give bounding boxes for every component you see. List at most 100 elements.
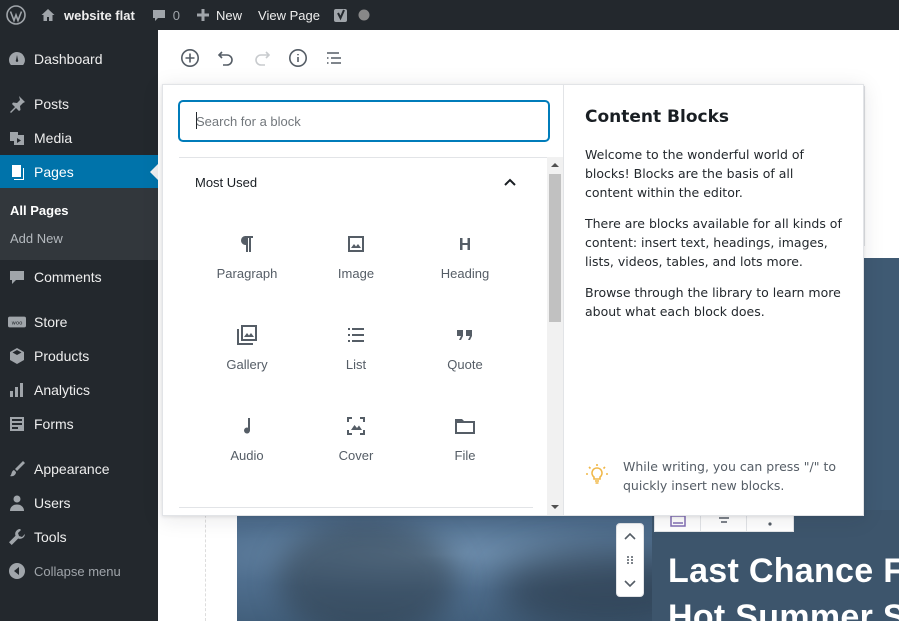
list-view-icon [324,48,344,68]
yoast-icon[interactable] [328,0,354,30]
inserter-menu: Most Used Paragraph Image Heading Galler… [163,85,564,515]
submenu-add-new[interactable]: Add New [10,231,63,246]
block-item-label: Heading [440,266,490,281]
block-item-label: Image [337,266,375,281]
brush-icon [8,460,26,478]
sidebar-item-users[interactable]: Users [0,486,158,520]
scrollbar-thumb[interactable] [549,174,561,322]
hero-subtitle[interactable]: Hot Summer S [668,598,899,621]
wrench-icon [8,528,26,546]
sidebar-item-label: Appearance [34,461,110,477]
sidebar-item-media[interactable]: Media [0,121,158,155]
seo-status-dot-icon [354,0,374,30]
comment-icon [8,268,26,286]
drag-handle-icon[interactable] [625,555,635,565]
block-item-label: Audio [230,448,264,463]
sidebar-item-comments[interactable]: Comments [0,260,158,294]
plus-circle-icon [180,48,200,68]
text-cursor [196,112,197,129]
cover-image-edge [864,258,899,510]
scroll-down-arrow-icon[interactable] [551,505,559,513]
site-name-link[interactable]: website flat [36,0,143,30]
sidebar-item-tools[interactable]: Tools [0,520,158,554]
dashboard-icon [8,50,26,68]
most-used-panel-toggle[interactable]: Most Used [179,158,533,206]
sidebar-item-label: Pages [34,164,74,180]
view-page-link[interactable]: View Page [250,0,328,30]
comments-link[interactable]: 0 [143,0,188,30]
block-navigation-button[interactable] [316,40,352,76]
move-up-icon[interactable] [623,531,637,541]
block-inserter-popover: Most Used Paragraph Image Heading Galler… [162,84,864,516]
move-down-icon[interactable] [623,579,637,589]
editor-toolbar [158,30,899,86]
block-item-label: File [454,448,476,463]
heading-icon [455,232,475,256]
block-mover [616,523,644,597]
svg-text:woo: woo [12,321,23,327]
block-item-image[interactable]: Image [302,224,410,304]
block-item-heading[interactable]: Heading [411,224,519,304]
editor-column-guide [205,500,206,621]
inserter-scrollbar[interactable] [547,157,563,515]
info-button[interactable] [280,40,316,76]
hero-title[interactable]: Last Chance Fo [668,552,899,591]
home-icon [40,7,56,23]
sidebar-item-forms[interactable]: Forms [0,407,158,441]
admin-bar: website flat 0 New View Page [0,0,899,30]
sidebar-item-label: Comments [34,269,102,285]
cover-type-icon [669,515,687,527]
block-item-audio[interactable]: Audio [193,406,301,486]
block-item-cover[interactable]: Cover [302,406,410,486]
help-paragraph: There are blocks available for all kinds… [585,216,842,269]
sidebar-item-dashboard[interactable]: Dashboard [0,42,158,76]
comment-bubble-icon [151,7,167,23]
lightbulb-icon [585,457,609,495]
sidebar-item-label: Analytics [34,382,91,398]
panel-divider [179,507,533,508]
box-icon [8,347,26,365]
block-item-gallery[interactable]: Gallery [193,315,301,395]
user-icon [8,494,26,512]
scroll-up-arrow-icon[interactable] [551,159,559,167]
inserter-results: Most Used Paragraph Image Heading Galler… [179,157,549,508]
add-block-button[interactable] [172,40,208,76]
sidebar-item-pages[interactable]: Pages [0,155,158,189]
sidebar-item-products[interactable]: Products [0,339,158,373]
block-item-list[interactable]: List [302,315,410,395]
wordpress-logo-icon[interactable] [0,0,36,30]
block-item-paragraph[interactable]: Paragraph [193,224,301,304]
admin-sidebar: Dashboard Posts Media Pages All Pages Ad… [0,30,158,621]
sidebar-item-label: Forms [34,416,74,432]
sidebar-item-label: Users [34,495,71,511]
quote-icon [455,323,475,347]
sidebar-item-label: Dashboard [34,51,103,67]
paragraph-icon [237,232,257,256]
block-item-label: List [345,357,367,372]
block-search-input[interactable] [179,101,549,141]
sidebar-item-store[interactable]: woo Store [0,305,158,339]
collapse-menu-button[interactable]: Collapse menu [0,554,158,588]
inserter-help-panel: Content Blocks Welcome to the wonderful … [565,85,863,515]
block-item-label: Cover [338,448,374,463]
inserter-tip: While writing, you can press "/" to quic… [585,457,845,495]
submenu-all-pages[interactable]: All Pages [10,203,69,218]
sidebar-item-label: Posts [34,96,70,112]
block-item-file[interactable]: File [411,406,519,486]
list-icon [346,323,366,347]
site-name: website flat [64,7,135,23]
sidebar-item-label: Tools [34,529,67,545]
sidebar-item-posts[interactable]: Posts [0,87,158,121]
undo-button[interactable] [208,40,244,76]
sidebar-item-label: Store [34,314,68,330]
sidebar-item-appearance[interactable]: Appearance [0,452,158,486]
panel-title: Most Used [195,174,258,190]
cover-image-blur [277,520,457,621]
new-content-link[interactable]: New [188,0,250,30]
block-item-quote[interactable]: Quote [411,315,519,395]
folder-icon [454,414,476,438]
audio-icon [237,414,257,438]
sidebar-item-analytics[interactable]: Analytics [0,373,158,407]
gallery-icon [236,323,258,347]
redo-button[interactable] [244,40,280,76]
